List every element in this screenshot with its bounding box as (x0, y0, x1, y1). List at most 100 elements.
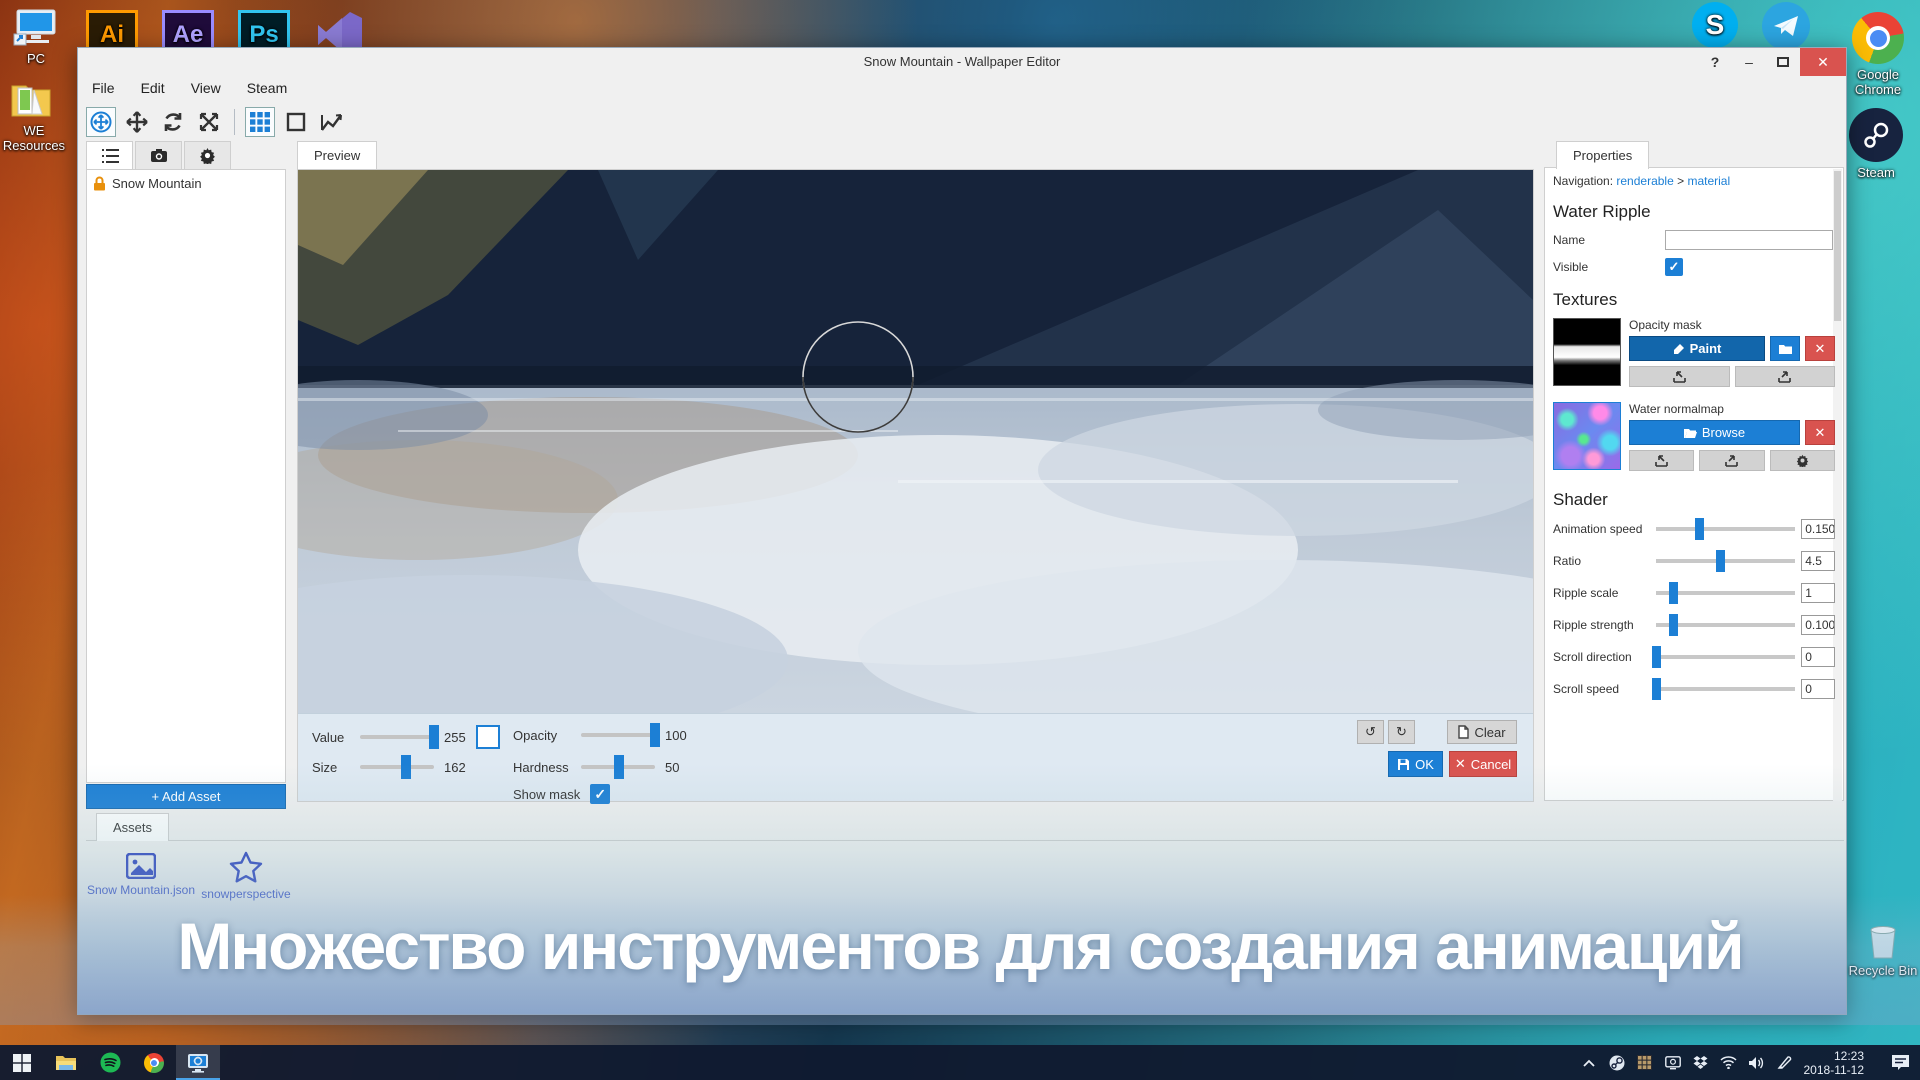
tray-pen-icon[interactable] (1776, 1055, 1794, 1070)
skype-icon: S (1692, 2, 1738, 48)
asset-snow-mountain-json[interactable]: Snow Mountain.json (86, 853, 196, 897)
opacity-mask-import-button[interactable] (1629, 366, 1730, 387)
water-normalmap-settings-button[interactable] (1769, 450, 1835, 471)
ripple-strength-value[interactable]: 0.100 (1801, 615, 1835, 635)
taskbar-clock[interactable]: 12:23 2018-11-12 (1804, 1049, 1865, 1077)
tab-assets[interactable]: Assets (96, 813, 170, 841)
animation-speed-slider[interactable] (1656, 518, 1796, 540)
opacity-mask-remove-button[interactable]: ✕ (1805, 336, 1835, 361)
action-center-icon[interactable] (1888, 1054, 1912, 1071)
maximize-button[interactable] (1766, 48, 1800, 76)
hardness-slider[interactable] (581, 755, 655, 779)
water-normalmap-import-button[interactable] (1629, 450, 1695, 471)
name-input[interactable] (1665, 230, 1833, 250)
rotate-tool-icon (164, 113, 182, 131)
scroll-speed-value[interactable]: 0 (1801, 679, 1835, 699)
tab-properties[interactable]: Properties (1556, 141, 1650, 169)
scale-tool-icon (199, 112, 219, 132)
ripple-scale-value[interactable]: 1 (1801, 583, 1835, 603)
preview-canvas[interactable] (298, 170, 1533, 713)
asset-snowperspective[interactable]: snowperspective (191, 851, 301, 901)
water-normalmap-remove-button[interactable]: ✕ (1805, 420, 1835, 445)
help-button[interactable]: ? (1698, 48, 1732, 76)
menu-view[interactable]: View (191, 80, 221, 96)
tab-properties-label: Properties (1573, 148, 1633, 163)
redo-button[interactable]: ↻ (1388, 720, 1415, 744)
close-icon: ✕ (1814, 340, 1826, 356)
tray-chevron-up-icon[interactable] (1580, 1059, 1598, 1067)
water-normalmap-thumbnail[interactable] (1553, 402, 1621, 470)
desktop-icon-chrome[interactable]: Google Chrome (1840, 12, 1916, 97)
brush-controls-bar: Value 255 Size 162 Opacity 100 Hardness … (298, 713, 1533, 804)
titlebar[interactable]: Snow Mountain - Wallpaper Editor ? – ✕ (78, 48, 1846, 76)
tab-scene-list[interactable] (86, 141, 133, 169)
export-icon (1725, 454, 1739, 467)
taskbar-chrome[interactable] (132, 1045, 176, 1080)
bounds-button[interactable] (281, 107, 311, 137)
size-slider[interactable] (360, 755, 434, 779)
desktop-icon-steam[interactable]: Steam (1838, 108, 1914, 180)
clear-button[interactable]: Clear (1447, 720, 1517, 744)
desktop-icon-skype[interactable]: S (1692, 2, 1738, 48)
water-normalmap-export-button[interactable] (1699, 450, 1765, 471)
visible-checkbox[interactable]: ✓ (1665, 258, 1683, 276)
ripple-scale-slider[interactable] (1656, 582, 1796, 604)
start-button[interactable] (0, 1045, 44, 1080)
value-slider[interactable] (360, 725, 439, 749)
menubar: File Edit View Steam (92, 80, 287, 96)
show-mask-label: Show mask (513, 786, 581, 802)
paint-button[interactable]: Paint (1629, 336, 1765, 361)
tab-preview[interactable]: Preview (297, 141, 378, 169)
menu-file[interactable]: File (92, 80, 115, 96)
ratio-value[interactable]: 4.5 (1801, 551, 1835, 571)
desktop-icon-we-resources[interactable]: WE Resources (2, 80, 66, 153)
pan-tool-button[interactable] (86, 107, 116, 137)
rotate-tool-button[interactable] (158, 107, 188, 137)
cancel-button[interactable]: ✕ Cancel (1449, 751, 1517, 777)
nav-link-renderable[interactable]: renderable (1616, 174, 1673, 188)
undo-button[interactable]: ↺ (1357, 720, 1384, 744)
ratio-slider[interactable] (1656, 550, 1796, 572)
tray-grid-icon[interactable] (1636, 1055, 1654, 1070)
grid-snap-button[interactable] (245, 107, 275, 137)
minimize-button[interactable]: – (1732, 48, 1766, 76)
menu-steam[interactable]: Steam (247, 80, 287, 96)
close-button[interactable]: ✕ (1800, 48, 1846, 76)
gear-icon (200, 148, 215, 164)
taskbar-file-explorer[interactable] (44, 1045, 88, 1080)
taskbar-wallpaper-engine[interactable] (176, 1045, 220, 1080)
opacity-slider[interactable] (581, 723, 660, 747)
brush-color-swatch[interactable] (475, 725, 500, 749)
tab-scene-settings[interactable] (184, 141, 231, 169)
browse-button[interactable]: Browse (1629, 420, 1800, 445)
animation-speed-value[interactable]: 0.150 (1801, 519, 1835, 539)
nav-link-material[interactable]: material (1687, 174, 1730, 188)
tray-volume-icon[interactable] (1748, 1056, 1766, 1070)
clock-date: 2018-11-12 (1803, 1062, 1865, 1077)
tray-steam-icon[interactable] (1608, 1055, 1626, 1071)
move-tool-button[interactable] (122, 107, 152, 137)
tray-wifi-icon[interactable] (1720, 1056, 1738, 1069)
scale-tool-button[interactable] (194, 107, 224, 137)
tab-screenshot[interactable] (135, 141, 182, 169)
gear-icon (1796, 454, 1808, 467)
menu-edit[interactable]: Edit (141, 80, 165, 96)
scroll-direction-slider[interactable] (1652, 646, 1796, 668)
opacity-mask-thumbnail[interactable] (1553, 318, 1621, 386)
tray-wallpaper-engine-icon[interactable] (1664, 1055, 1682, 1070)
scroll-speed-slider[interactable] (1652, 678, 1796, 700)
breadcrumb: Navigation: renderable > material (1553, 174, 1835, 188)
tray-dropbox-icon[interactable] (1692, 1055, 1710, 1070)
desktop-icon-pc[interactable]: PC (6, 8, 66, 66)
show-mask-checkbox[interactable]: ✓ (590, 784, 611, 804)
taskbar-spotify[interactable] (88, 1045, 132, 1080)
add-asset-button[interactable]: + Add Asset (86, 784, 286, 809)
scroll-direction-value[interactable]: 0 (1801, 647, 1835, 667)
opacity-mask-browse-button[interactable] (1770, 336, 1800, 361)
scene-item-snow-mountain[interactable]: Snow Mountain (87, 170, 285, 197)
curves-button[interactable] (317, 107, 347, 137)
desktop-icon-telegram[interactable] (1762, 2, 1810, 50)
ripple-strength-slider[interactable] (1656, 614, 1796, 636)
opacity-mask-export-button[interactable] (1734, 366, 1835, 387)
ok-button[interactable]: OK (1388, 751, 1443, 777)
